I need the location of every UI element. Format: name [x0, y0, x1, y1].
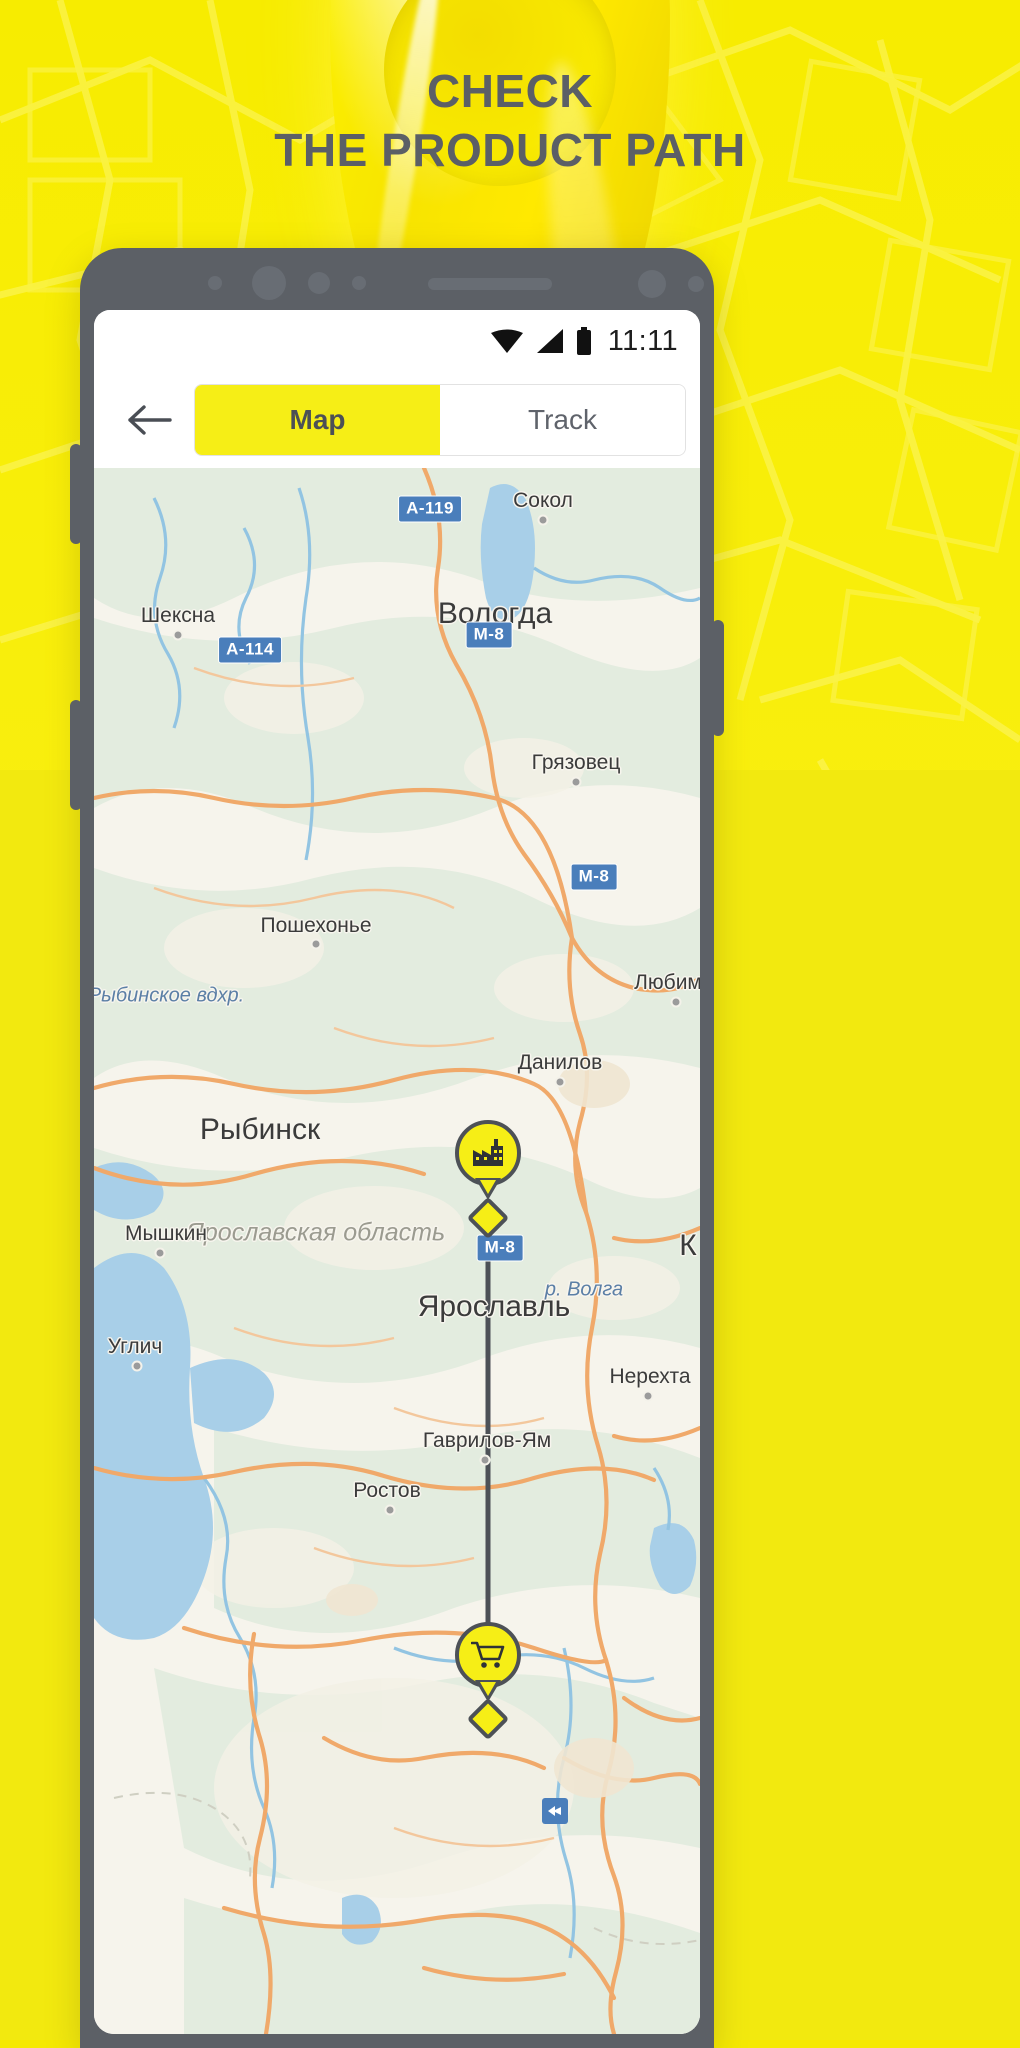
map-view[interactable]: СоколВологдаШекснаГрязовецПошехоньеЛюбим… [94, 468, 700, 2034]
wifi-icon [490, 328, 524, 354]
map-city-dot [173, 630, 184, 641]
phone-screen: 11:11 Map Track [94, 310, 700, 2034]
highway-shield-badge: A-119 [398, 496, 462, 523]
highway-shield-badge: M-8 [571, 864, 618, 891]
status-bar: 11:11 [94, 310, 700, 372]
phone-volume-button[interactable] [70, 444, 82, 544]
phone-secondary-button[interactable] [70, 700, 82, 810]
map-city-dot [671, 997, 682, 1008]
phone-mockup: 11:11 Map Track [80, 248, 714, 2048]
map-city-dot [132, 1361, 143, 1372]
tab-track[interactable]: Track [440, 385, 685, 455]
earpiece-speaker [428, 278, 552, 290]
segmented-tab-control: Map Track [194, 384, 686, 456]
highway-shield-badge: M-8 [477, 1235, 524, 1262]
route-path [486, 1223, 491, 1653]
map-city-dot [480, 1455, 491, 1466]
factory-icon [471, 1138, 505, 1168]
app-tab-bar: Map Track [94, 372, 700, 468]
shop-marker-pin[interactable] [455, 1622, 521, 1688]
highway-shield-badge: A-114 [218, 637, 282, 664]
back-arrow-icon [126, 402, 172, 438]
page-title: CHECK THE PRODUCT PATH [0, 62, 1020, 180]
highway-shield-badge: M-8 [466, 622, 513, 649]
shopping-cart-icon [471, 1640, 505, 1670]
sensor-dot-small-2 [352, 276, 366, 290]
map-city-dot [538, 515, 549, 526]
map-city-dot [385, 1505, 396, 1516]
tab-map[interactable]: Map [195, 385, 440, 455]
cellular-signal-icon [536, 328, 564, 354]
map-city-dot [311, 939, 322, 950]
sensor-dot-right-2 [688, 276, 704, 292]
back-button[interactable] [112, 383, 186, 457]
front-camera-icon [252, 266, 286, 300]
map-city-dot [555, 1077, 566, 1088]
status-bar-clock: 11:11 [608, 325, 678, 358]
map-base-canvas [94, 468, 700, 2034]
sensor-dot-right [638, 270, 666, 298]
factory-marker-pin[interactable] [455, 1120, 521, 1186]
map-city-dot [155, 1248, 166, 1259]
phone-bezel [80, 248, 714, 310]
battery-icon [576, 327, 592, 355]
map-city-dot [571, 777, 582, 788]
phone-power-button[interactable] [712, 620, 724, 736]
sensor-dot-small [208, 276, 222, 290]
promo-title-line-2: THE PRODUCT PATH [0, 121, 1020, 180]
sensor-dot-medium [308, 272, 330, 294]
map-city-dot [643, 1391, 654, 1402]
promo-title-line-1: CHECK [427, 65, 593, 117]
